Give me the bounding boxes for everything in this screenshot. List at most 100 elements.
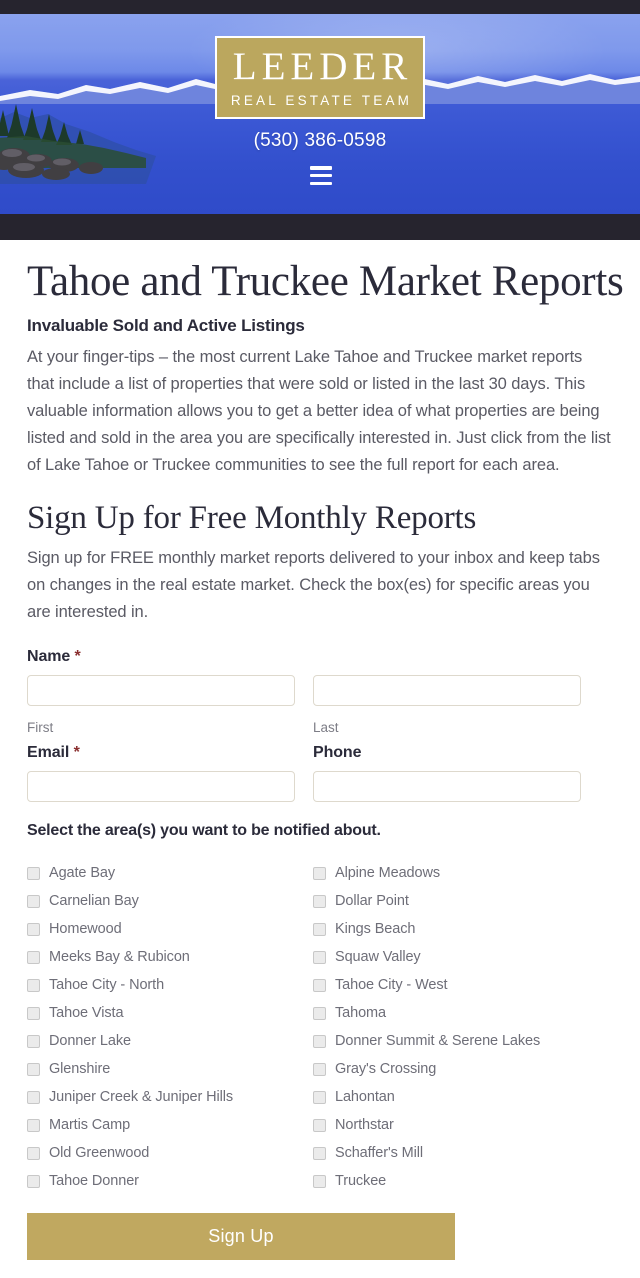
email-label-text: Email xyxy=(27,744,70,762)
area-checkbox-label: Tahoe City - West xyxy=(335,977,448,994)
area-checkbox-item[interactable]: Old Greenwood xyxy=(27,1139,313,1167)
menu-bar-3 xyxy=(310,181,332,185)
area-checkbox-item[interactable]: Squaw Valley xyxy=(313,943,599,971)
area-checkbox-item[interactable]: Gray's Crossing xyxy=(313,1055,599,1083)
checkbox-icon[interactable] xyxy=(313,1006,326,1020)
checkbox-icon[interactable] xyxy=(313,922,326,936)
checkbox-icon[interactable] xyxy=(27,866,40,880)
checkbox-icon[interactable] xyxy=(313,1090,326,1104)
area-checkbox-label: Meeks Bay & Rubicon xyxy=(49,949,190,966)
phone-input[interactable] xyxy=(313,771,581,803)
area-checkbox-label: Tahoe Donner xyxy=(49,1173,139,1190)
area-checkbox-item[interactable]: Tahoe Vista xyxy=(27,999,313,1027)
area-checkbox-item[interactable]: Agate Bay xyxy=(27,859,313,887)
area-selection-title: Select the area(s) you want to be notifi… xyxy=(27,822,381,840)
contact-input-row xyxy=(27,771,613,803)
last-name-col xyxy=(313,675,581,707)
area-checkbox-item[interactable]: Tahoe City - West xyxy=(313,971,599,999)
area-checkbox-item[interactable]: Martis Camp xyxy=(27,1111,313,1139)
main-content: Tahoe and Truckee Market Reports Invalua… xyxy=(0,258,640,1195)
area-checkbox-label: Kings Beach xyxy=(335,921,416,938)
area-checkbox-item[interactable]: Carnelian Bay xyxy=(27,887,313,915)
checkbox-icon[interactable] xyxy=(27,1090,40,1104)
checkbox-icon[interactable] xyxy=(313,1118,326,1132)
subheading: Invaluable Sold and Active Listings xyxy=(27,316,305,336)
top-bar xyxy=(0,0,640,14)
area-checkbox-label: Tahoe City - North xyxy=(49,977,165,994)
area-checkbox-item[interactable]: Lahontan xyxy=(313,1083,599,1111)
area-checkbox-item[interactable]: Kings Beach xyxy=(313,915,599,943)
area-checkbox-label: Donner Lake xyxy=(49,1033,131,1050)
area-checkbox-label: Martis Camp xyxy=(49,1117,131,1134)
hero-banner: LEEDER REAL ESTATE TEAM (530) 386-0598 xyxy=(0,14,640,214)
area-checkbox-item[interactable]: Dollar Point xyxy=(313,887,599,915)
area-checkbox-item[interactable]: Truckee xyxy=(313,1167,599,1195)
area-checkbox-label: Carnelian Bay xyxy=(49,893,139,910)
checkbox-icon[interactable] xyxy=(27,1006,40,1020)
area-checkbox-label: Alpine Meadows xyxy=(335,865,440,882)
site-logo[interactable]: LEEDER REAL ESTATE TEAM xyxy=(215,36,425,119)
checkbox-icon[interactable] xyxy=(313,866,326,880)
checkbox-icon[interactable] xyxy=(313,1174,326,1188)
hero-bottom-bar xyxy=(0,214,640,240)
area-checkbox-grid: Agate Bay Carnelian Bay Homewood Meeks Bay … xyxy=(27,859,613,1195)
checkbox-icon[interactable] xyxy=(27,1146,40,1160)
checkbox-icon[interactable] xyxy=(313,1062,326,1076)
area-checkbox-item[interactable]: Tahoma xyxy=(313,999,599,1027)
area-checkbox-item[interactable]: Juniper Creek & Juniper Hills xyxy=(27,1083,313,1111)
checkbox-icon[interactable] xyxy=(313,950,326,964)
area-checkbox-label: Tahoe Vista xyxy=(49,1005,124,1022)
first-name-sublabel: First xyxy=(27,720,54,736)
checkbox-icon[interactable] xyxy=(27,1034,40,1048)
phone-label: Phone xyxy=(313,744,362,762)
name-sublabel-row: First Last xyxy=(27,715,613,735)
name-label: Name * xyxy=(27,648,613,666)
last-name-input[interactable] xyxy=(313,675,581,707)
checkbox-icon[interactable] xyxy=(27,894,40,908)
intro-paragraph: At your finger-tips – the most current L… xyxy=(27,348,611,475)
area-checkbox-item[interactable]: Northstar xyxy=(313,1111,599,1139)
area-checkbox-label: Truckee xyxy=(335,1173,387,1190)
page-title: Tahoe and Truckee Market Reports xyxy=(27,258,624,305)
checkbox-icon[interactable] xyxy=(27,978,40,992)
area-checkbox-item[interactable]: Glenshire xyxy=(27,1055,313,1083)
sign-up-button[interactable]: Sign Up xyxy=(27,1213,455,1261)
first-name-input[interactable] xyxy=(27,675,295,707)
checkbox-icon[interactable] xyxy=(313,894,326,908)
area-checkbox-item[interactable]: Alpine Meadows xyxy=(313,859,599,887)
signup-paragraph: Sign up for FREE monthly market reports … xyxy=(27,549,600,622)
phone-number[interactable]: (530) 386-0598 xyxy=(0,130,640,152)
area-checkbox-item[interactable]: Meeks Bay & Rubicon xyxy=(27,943,313,971)
checkbox-icon[interactable] xyxy=(27,950,40,964)
phone-input-col xyxy=(313,771,581,803)
email-input-col xyxy=(27,771,295,803)
signup-form: Name * First Last Email * Phone Select t… xyxy=(27,648,613,1195)
area-checkbox-label: Homewood xyxy=(49,921,122,938)
email-input[interactable] xyxy=(27,771,295,803)
first-sublabel-col: First xyxy=(27,715,295,735)
area-checkbox-label: Donner Summit & Serene Lakes xyxy=(335,1033,541,1050)
checkbox-icon[interactable] xyxy=(27,1174,40,1188)
checkbox-icon[interactable] xyxy=(27,1118,40,1132)
area-checkbox-label: Glenshire xyxy=(49,1061,111,1078)
area-checkbox-label: Squaw Valley xyxy=(335,949,421,966)
area-checkbox-item[interactable]: Donner Summit & Serene Lakes xyxy=(313,1027,599,1055)
checkbox-icon[interactable] xyxy=(27,922,40,936)
area-checkbox-label: Northstar xyxy=(335,1117,394,1134)
area-checkbox-item[interactable]: Tahoe Donner xyxy=(27,1167,313,1195)
last-name-sublabel: Last xyxy=(313,720,339,736)
checkbox-icon[interactable] xyxy=(27,1062,40,1076)
area-checkbox-item[interactable]: Tahoe City - North xyxy=(27,971,313,999)
checkbox-icon[interactable] xyxy=(313,1034,326,1048)
area-checkbox-label: Gray's Crossing xyxy=(335,1061,437,1078)
checkbox-icon[interactable] xyxy=(313,978,326,992)
area-checkbox-item[interactable]: Donner Lake xyxy=(27,1027,313,1055)
hamburger-menu-icon[interactable] xyxy=(310,166,332,185)
area-checkbox-item[interactable]: Schaffer's Mill xyxy=(313,1139,599,1167)
area-checkbox-item[interactable]: Homewood xyxy=(27,915,313,943)
name-label-text: Name xyxy=(27,648,71,666)
first-name-col xyxy=(27,675,295,707)
area-checkbox-label: Dollar Point xyxy=(335,893,409,910)
area-column-left: Agate Bay Carnelian Bay Homewood Meeks Bay … xyxy=(27,859,313,1195)
checkbox-icon[interactable] xyxy=(313,1146,326,1160)
